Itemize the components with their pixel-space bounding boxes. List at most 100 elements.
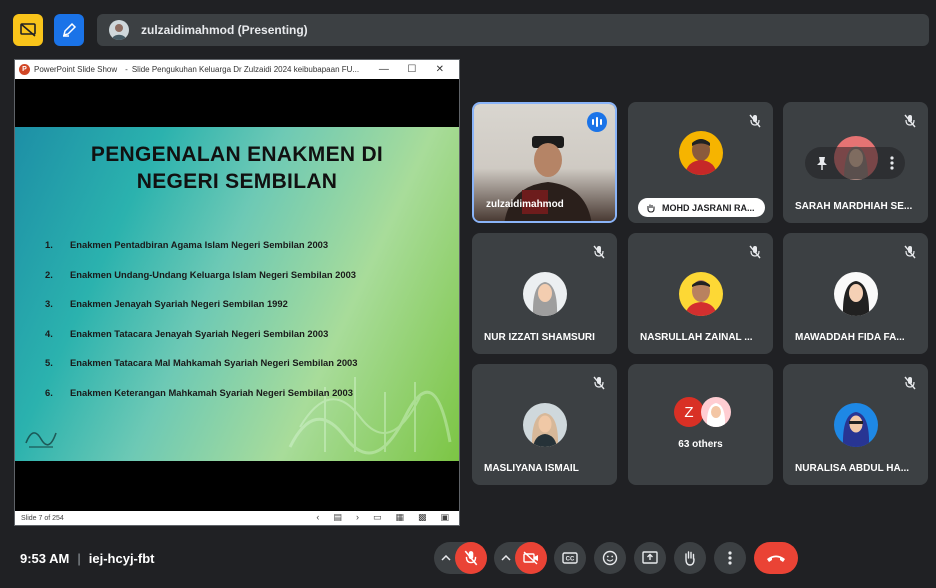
participant-name: NASRULLAH ZAINAL ... bbox=[640, 332, 753, 343]
normal-view-icon[interactable]: ▭ bbox=[373, 512, 382, 523]
slide-title: PENGENALAN ENAKMEN DI NEGERI SEMBILAN bbox=[90, 143, 384, 193]
hand-icon bbox=[685, 551, 695, 566]
mic-off-icon bbox=[904, 114, 916, 128]
prev-slide-icon[interactable]: ‹ bbox=[316, 512, 319, 523]
present-off-icon bbox=[20, 23, 36, 37]
participant-tile[interactable]: SARAH MARDHIAH SE... bbox=[783, 102, 928, 223]
close-button[interactable]: ✕ bbox=[426, 64, 454, 75]
speaking-indicator bbox=[587, 112, 607, 132]
top-bar: zulzaidimahmod (Presenting) bbox=[0, 0, 936, 60]
mic-off-icon bbox=[749, 114, 761, 128]
avatar bbox=[522, 271, 567, 316]
participant-name: MOHD JASRANI RA... bbox=[662, 202, 755, 213]
participant-name: NURALISA ABDUL HA... bbox=[795, 463, 910, 474]
ppt-status-bar: Slide 7 of 254 ‹ ▤ › ▭ ▦ ▩ ▣ bbox=[15, 511, 459, 525]
others-count: 63 others bbox=[678, 439, 723, 450]
list-item: 3. Enakmen Jenayah Syariah Negeri Sembila… bbox=[45, 298, 288, 310]
mic-off-icon bbox=[749, 245, 761, 259]
reading-view-icon[interactable]: ▩ bbox=[418, 512, 427, 523]
raise-hand-button[interactable] bbox=[674, 542, 706, 574]
avatar: Z bbox=[674, 397, 704, 427]
more-options-button[interactable] bbox=[714, 542, 746, 574]
participant-name: MASLIYANA ISMAIL bbox=[484, 463, 579, 474]
captions-icon: CC bbox=[562, 552, 578, 564]
mic-off-icon bbox=[904, 376, 916, 390]
svg-text:CC: CC bbox=[566, 557, 575, 563]
participant-tile[interactable]: MAWADDAH FIDA FA... bbox=[783, 233, 928, 354]
participant-tile-others[interactable]: Z 63 others bbox=[628, 364, 773, 485]
slide-list: 1. Enakmen Pentadbiran Agama Islam Negeri… bbox=[45, 239, 357, 417]
current-time: 9:53 AM bbox=[20, 551, 70, 566]
more-options-icon[interactable] bbox=[890, 156, 894, 170]
mic-off-icon bbox=[904, 245, 916, 259]
chevron-up-icon bbox=[441, 555, 451, 561]
list-item: 6. Enakmen Keterangan Mahkamah Syariah Ne… bbox=[45, 386, 353, 398]
more-vert-icon bbox=[728, 551, 732, 565]
list-item: 1. Enakmen Pentadbiran Agama Islam Negeri… bbox=[45, 239, 329, 250]
emoji-icon bbox=[602, 550, 618, 566]
presenting-title: zulzaidimahmod (Presenting) bbox=[141, 23, 308, 37]
participant-name: NUR IZZATI SHAMSURI bbox=[484, 332, 595, 343]
meeting-code[interactable]: iej-hcyj-fbt bbox=[89, 551, 155, 566]
participant-tile[interactable]: NURALISA ABDUL HA... bbox=[783, 364, 928, 485]
audio-options-button[interactable] bbox=[438, 550, 454, 566]
minimize-button[interactable]: — bbox=[370, 64, 398, 75]
chevron-up-icon bbox=[501, 555, 511, 561]
leave-call-button[interactable] bbox=[754, 542, 798, 574]
participant-name: MAWADDAH FIDA FA... bbox=[795, 332, 905, 343]
mic-off-icon bbox=[464, 550, 478, 566]
camera-off-icon bbox=[523, 551, 538, 565]
mic-off-icon bbox=[593, 376, 605, 390]
decorative-logo bbox=[25, 432, 57, 448]
pin-icon[interactable] bbox=[816, 156, 828, 170]
hand-icon bbox=[647, 204, 655, 213]
avatar bbox=[678, 271, 723, 316]
name-chip: MOHD JASRANI RA... bbox=[638, 198, 765, 217]
powerpoint-icon: P bbox=[19, 64, 30, 75]
participant-tile[interactable]: NASRULLAH ZAINAL ... bbox=[628, 233, 773, 354]
camera-toggle-button[interactable] bbox=[515, 542, 547, 574]
tile-hover-controls bbox=[805, 147, 905, 179]
video-options-button[interactable] bbox=[498, 550, 514, 566]
participant-name: zulzaidimahmod bbox=[486, 199, 564, 210]
sorter-view-icon[interactable]: ▦ bbox=[395, 512, 404, 523]
mic-off-icon bbox=[593, 245, 605, 259]
meeting-info: 9:53 AM | iej-hcyj-fbt bbox=[20, 551, 155, 566]
ppt-nav: ‹ ▤ › ▭ ▦ ▩ ▣ bbox=[316, 512, 449, 523]
slide-counter: Slide 7 of 254 bbox=[21, 514, 64, 522]
avatar bbox=[522, 402, 567, 447]
present-screen-icon bbox=[642, 551, 658, 564]
presenter-banner: zulzaidimahmod (Presenting) bbox=[97, 14, 929, 46]
mic-toggle-button[interactable] bbox=[455, 542, 487, 574]
participant-name: SARAH MARDHIAH SE... bbox=[795, 201, 913, 212]
present-button[interactable] bbox=[634, 542, 666, 574]
others-avatar-group: Z bbox=[674, 397, 732, 427]
notes-icon[interactable]: ▤ bbox=[333, 512, 342, 523]
stop-presenting-button[interactable] bbox=[13, 14, 43, 46]
maximize-button[interactable]: ☐ bbox=[398, 64, 426, 75]
next-slide-icon[interactable]: › bbox=[356, 512, 359, 523]
slideshow-view-icon[interactable]: ▣ bbox=[440, 512, 449, 523]
list-item: 4. Enakmen Tatacara Jenayah Syariah Neger… bbox=[45, 327, 329, 339]
avatar bbox=[833, 402, 878, 447]
reactions-button[interactable] bbox=[594, 542, 626, 574]
slide: PENGENALAN ENAKMEN DI NEGERI SEMBILAN 1.… bbox=[15, 127, 459, 461]
participant-tile[interactable]: zulzaidimahmod bbox=[472, 102, 617, 223]
ppt-doc-title: Slide Pengukuhan Keluarga Dr Zulzaidi 20… bbox=[131, 65, 360, 74]
list-item: 2. Enakmen Undang-Undang Keluarga Islam N… bbox=[45, 268, 357, 280]
annotate-button[interactable] bbox=[54, 14, 84, 46]
pen-icon bbox=[62, 22, 77, 37]
bottom-bar: 9:53 AM | iej-hcyj-fbt CC bbox=[0, 536, 936, 588]
participant-tile[interactable]: MOHD JASRANI RA... bbox=[628, 102, 773, 223]
powerpoint-window: P PowerPoint Slide Show - Slide Pengukuh… bbox=[14, 59, 460, 526]
participant-tile[interactable]: MASLIYANA ISMAIL bbox=[472, 364, 617, 485]
end-call-icon bbox=[767, 555, 785, 562]
participant-tile[interactable]: NUR IZZATI SHAMSURI bbox=[472, 233, 617, 354]
ppt-titlebar: P PowerPoint Slide Show - Slide Pengukuh… bbox=[15, 60, 459, 79]
avatar bbox=[833, 271, 878, 316]
presenter-avatar bbox=[109, 20, 129, 40]
divider: | bbox=[77, 551, 81, 566]
captions-button[interactable]: CC bbox=[554, 542, 586, 574]
ppt-app-name: PowerPoint Slide Show bbox=[34, 65, 118, 74]
slide-area: PENGENALAN ENAKMEN DI NEGERI SEMBILAN 1.… bbox=[15, 79, 459, 512]
